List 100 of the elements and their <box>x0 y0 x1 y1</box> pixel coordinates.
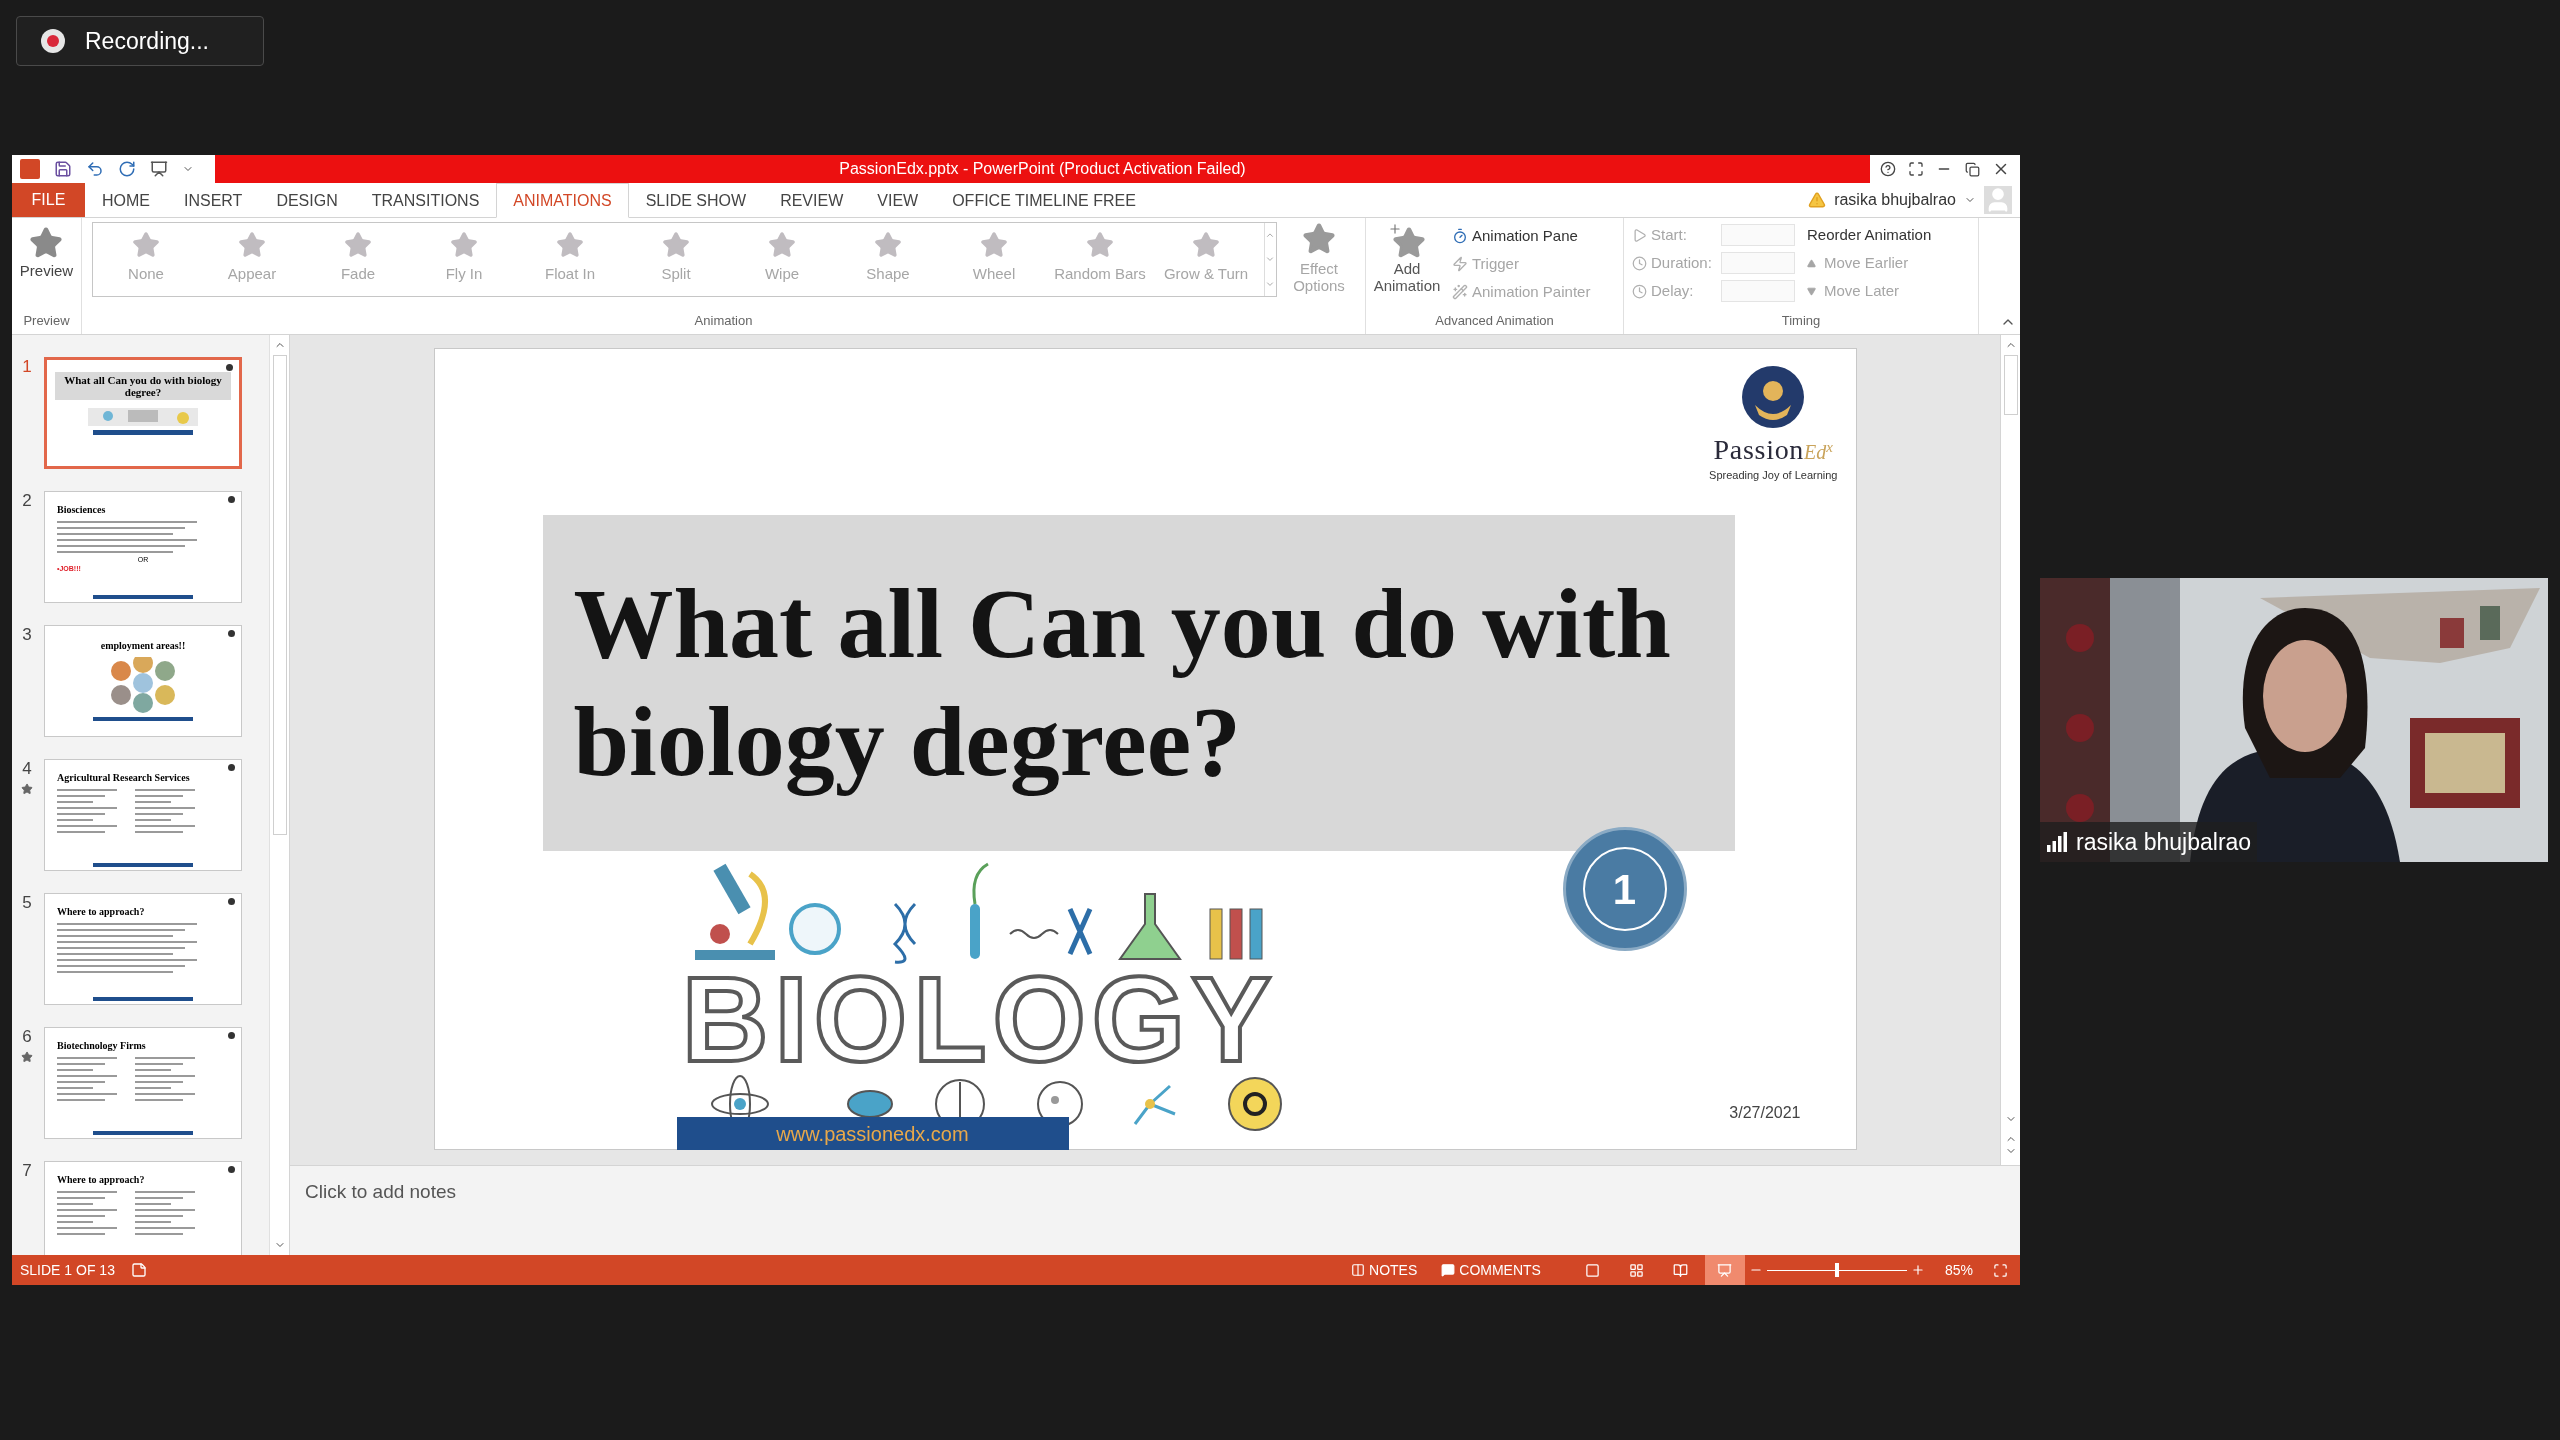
slide-counter: SLIDE 1 OF 13 <box>20 1260 115 1280</box>
timing-label: Start: <box>1651 224 1688 245</box>
view-icon <box>1629 1262 1645 1278</box>
star-icon <box>768 231 796 259</box>
star-icon <box>1192 231 1220 259</box>
comment-icon <box>1441 1263 1456 1277</box>
notes-icon <box>1351 1263 1366 1277</box>
ribbon-display-icon[interactable] <box>1908 161 1925 177</box>
notes-placeholder: Click to add notes <box>305 1181 457 1202</box>
group-label: Animation <box>694 311 753 330</box>
zoom-slider[interactable] <box>1766 1262 1907 1278</box>
thumbnail-title: Agricultural Research Services <box>57 772 191 784</box>
star-icon <box>662 231 690 259</box>
restore-icon[interactable] <box>1964 161 1980 177</box>
ribbon-tab[interactable]: ANIMATIONS <box>496 183 629 218</box>
scrollbar[interactable] <box>269 335 289 1255</box>
ribbon-tab[interactable]: TRANSITIONS <box>354 183 497 218</box>
animation-tool-icon <box>1452 228 1468 244</box>
slide-thumbnail[interactable]: Where to approach? <box>44 1161 242 1255</box>
logo-tagline: Spreading Joy of Learning <box>1709 468 1838 483</box>
zoom-level[interactable]: 85% <box>1944 1259 1973 1281</box>
view-icon <box>1673 1262 1689 1278</box>
undo-icon[interactable] <box>86 160 104 178</box>
slide-number: 6 <box>22 1027 32 1047</box>
ribbon-tab[interactable]: REVIEW <box>763 183 861 218</box>
window-title: PassionEdx.pptx - PowerPoint (Product Activation Failed) <box>839 159 1246 179</box>
animation-tool-icon <box>1452 256 1468 272</box>
group-label: Advanced Animation <box>1435 311 1554 330</box>
thumbnail-title: Biosciences <box>57 504 107 516</box>
slide-thumbnail[interactable]: What all Can you do with biology degree? <box>44 357 242 469</box>
star-icon <box>874 231 902 259</box>
ribbon-tab[interactable]: DESIGN <box>259 183 355 218</box>
account-name[interactable]: rasika bhujbalrao <box>1834 188 1956 212</box>
slide-thumbnail[interactable]: employment areas!! <box>44 625 242 737</box>
record-icon <box>41 29 65 53</box>
star-icon <box>1086 231 1114 259</box>
slide-number: 1 <box>22 357 32 377</box>
slide-number: 3 <box>22 625 32 645</box>
view-icon <box>1717 1262 1733 1278</box>
recording-label: Recording... <box>85 26 209 56</box>
thumbnail-title: Biotechnology Firms <box>57 1040 147 1052</box>
ribbon-tab[interactable]: HOME <box>85 183 167 218</box>
preview-button[interactable]: Preview <box>19 218 74 311</box>
timing-icon <box>1632 283 1647 299</box>
scrollbar-thumb[interactable] <box>272 355 287 835</box>
timing-label: Duration: <box>1651 252 1713 273</box>
advanced-animation-item[interactable]: Animation Pane <box>1452 223 1591 249</box>
ribbon-tab[interactable]: VIEW <box>860 183 936 218</box>
animation-tool-icon <box>1452 284 1468 300</box>
slide-title: What all Can you do with biology degree? <box>573 567 1672 799</box>
scrollbar-thumb[interactable] <box>2003 355 2018 415</box>
ribbon-tab[interactable]: SLIDE SHOW <box>628 183 764 218</box>
participant-name: rasika bhujbalrao <box>2076 827 2252 857</box>
add-star-icon <box>1388 222 1426 260</box>
slide-date: 3/27/2021 <box>1729 1103 1801 1123</box>
fit-slide-icon[interactable] <box>1993 1262 2008 1278</box>
view-button[interactable] <box>1704 1255 1745 1285</box>
app-logo-icon <box>20 159 40 179</box>
slide-number: 4 <box>22 759 32 779</box>
slide-thumbnail[interactable]: Biotechnology Firms <box>44 1027 242 1139</box>
ribbon-tab[interactable]: OFFICE TIMELINE FREE <box>935 183 1153 218</box>
star-icon <box>238 231 266 259</box>
thumbnail-title: employment areas!! <box>100 639 186 653</box>
slide-thumbnail[interactable]: Agricultural Research Services <box>44 759 242 871</box>
slide-thumbnail[interactable]: Where to approach? <box>44 893 242 1005</box>
reorder-title: Reorder Animation <box>1807 224 1932 245</box>
star-icon <box>980 231 1008 259</box>
timing-label: Delay: <box>1651 280 1695 301</box>
zoom-in-icon[interactable] <box>1910 1263 1925 1277</box>
add-animation-button[interactable]: Add Animation <box>1374 222 1440 311</box>
help-icon[interactable] <box>1880 161 1897 177</box>
group-label: Timing <box>1781 311 1821 330</box>
slide-number: 7 <box>22 1161 32 1181</box>
slide-number: 2 <box>22 491 32 511</box>
comments-button[interactable]: COMMENTS <box>1433 1259 1549 1281</box>
star-icon <box>450 231 478 259</box>
view-icon <box>1585 1262 1601 1278</box>
avatar-icon[interactable] <box>1984 186 2012 214</box>
star-icon <box>556 231 584 259</box>
website-url: www.passionedx.com <box>776 1121 969 1147</box>
zoom-slider-thumb[interactable] <box>1834 1263 1839 1277</box>
slide-number-badge: 1 <box>1562 827 1687 951</box>
star-icon <box>132 231 160 259</box>
notes-pane[interactable]: Click to add notes <box>290 1165 2020 1255</box>
logo-suffix: Ed$^{x}$ <box>1804 437 1833 465</box>
slideshow-icon[interactable] <box>150 160 168 178</box>
scrollbar[interactable] <box>2000 335 2020 1165</box>
ribbon-tab[interactable]: INSERT <box>167 183 260 218</box>
biology-lettering: BIOLOGY <box>681 964 1278 1074</box>
file-tab[interactable]: FILE <box>12 183 85 217</box>
logo-emblem-icon <box>1741 365 1806 429</box>
redo-icon[interactable] <box>118 160 136 178</box>
save-icon[interactable] <box>54 160 72 178</box>
notes-button[interactable]: NOTES <box>1343 1259 1426 1281</box>
animation-star-icon <box>21 783 33 795</box>
timing-icon <box>1632 227 1647 243</box>
timing-icon <box>1632 255 1647 271</box>
warning-icon <box>1808 191 1827 209</box>
triangle-icon <box>1807 286 1816 296</box>
signal-icon <box>2046 831 2068 853</box>
